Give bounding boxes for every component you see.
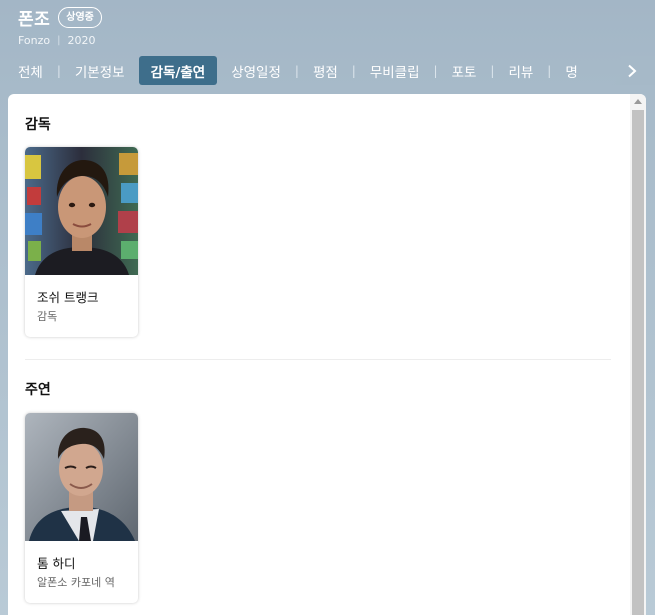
person-role: 감독 xyxy=(37,310,58,323)
tab-list: 전체 | 기본정보 감독/출연 상영일정 | 평점 | 무비클립 | 포토 | … xyxy=(10,56,586,85)
subtitle-separator: | xyxy=(57,35,61,46)
person-card[interactable]: 톰 하디 알폰소 카포네 역 xyxy=(25,413,138,603)
actor-photo xyxy=(25,413,138,541)
tab-photos[interactable]: 포토 xyxy=(444,56,485,85)
person-name: 조쉬 트랭크 xyxy=(37,290,99,305)
english-title: Fonzo xyxy=(18,34,51,47)
tab-ratings[interactable]: 평점 xyxy=(305,56,346,85)
tab-movie-clips[interactable]: 무비클립 xyxy=(362,56,428,85)
tab-separator: | xyxy=(294,63,299,78)
director-photo xyxy=(25,147,138,275)
tab-bar: 전체 | 기본정보 감독/출연 상영일정 | 평점 | 무비클립 | 포토 | … xyxy=(0,56,655,85)
tab-schedule[interactable]: 상영일정 xyxy=(223,56,289,85)
cast-crew-panel: 감독 조쉬 트랭크 감독 주연 톰 하디 알폰소 카포네 역 xyxy=(8,94,646,615)
title-row: 폰조 상영중 xyxy=(18,5,102,30)
release-year: 2020 xyxy=(67,34,96,47)
movie-title: 폰조 xyxy=(18,10,51,30)
tab-separator: | xyxy=(351,63,356,78)
section-title-lead-cast: 주연 xyxy=(25,382,51,398)
section-title-director: 감독 xyxy=(25,117,51,133)
tab-reviews[interactable]: 리뷰 xyxy=(500,56,541,85)
movie-subtitle-row: Fonzo | 2020 xyxy=(18,34,96,47)
status-badge: 상영중 xyxy=(58,7,102,28)
vertical-scrollbar[interactable] xyxy=(630,94,646,615)
tab-separator: | xyxy=(433,63,438,78)
person-card[interactable]: 조쉬 트랭크 감독 xyxy=(25,147,138,337)
chevron-right-icon xyxy=(628,64,637,78)
section-divider xyxy=(25,359,611,360)
tab-overview[interactable]: 전체 xyxy=(10,56,51,85)
tab-quotes[interactable]: 명 xyxy=(557,56,585,85)
person-role: 알폰소 카포네 역 xyxy=(37,576,115,589)
tab-next-button[interactable] xyxy=(623,60,641,82)
tab-basic-info[interactable]: 기본정보 xyxy=(67,56,133,85)
tab-cast-crew[interactable]: 감독/출연 xyxy=(138,56,218,85)
tab-separator: | xyxy=(490,63,495,78)
tab-separator: | xyxy=(547,63,552,78)
tab-separator: | xyxy=(56,63,61,78)
scrollbar-thumb[interactable] xyxy=(632,110,644,615)
movie-header: 폰조 상영중 Fonzo | 2020 전체 | 기본정보 감독/출연 상영일정… xyxy=(0,0,655,90)
person-name: 톰 하디 xyxy=(37,556,76,571)
triangle-up-icon[interactable] xyxy=(634,99,642,104)
